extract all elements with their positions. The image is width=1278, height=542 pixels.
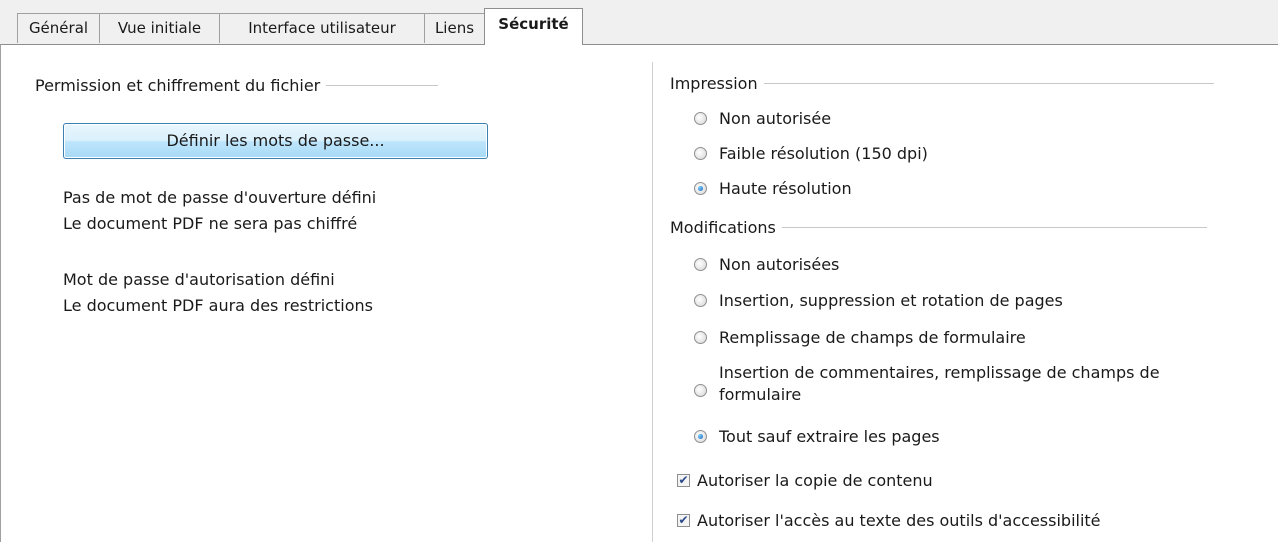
heading-rule xyxy=(781,227,1207,228)
option-label: Autoriser l'accès au texte des outils d'… xyxy=(697,511,1101,530)
print-not-permitted-option[interactable]: Non autorisée xyxy=(694,109,831,128)
heading-rule xyxy=(326,85,439,86)
checkbox-checked[interactable] xyxy=(677,474,690,487)
security-panel xyxy=(0,44,1278,542)
checkbox-checked[interactable] xyxy=(677,514,690,527)
radio-button[interactable] xyxy=(694,147,707,160)
option-label: Remplissage de champs de formulaire xyxy=(719,328,1026,347)
tab-user-interface[interactable]: Interface utilisateur xyxy=(219,13,425,43)
tab-bar: Général Vue initiale Interface utilisate… xyxy=(0,0,1278,45)
encryption-status: Le document PDF ne sera pas chiffré xyxy=(63,214,358,233)
radio-button-selected[interactable] xyxy=(694,430,707,443)
allow-content-copy-option[interactable]: Autoriser la copie de contenu xyxy=(677,471,933,490)
column-separator xyxy=(652,62,653,542)
option-label: Autoriser la copie de contenu xyxy=(697,471,933,490)
radio-button[interactable] xyxy=(694,331,707,344)
open-password-status: Pas de mot de passe d'ouverture défini xyxy=(63,188,377,207)
changes-not-permitted-option[interactable]: Non autorisées xyxy=(694,255,839,274)
option-label: Non autorisées xyxy=(719,255,840,274)
option-label: Non autorisée xyxy=(719,109,832,128)
fill-form-fields-option[interactable]: Remplissage de champs de formulaire xyxy=(694,328,1026,347)
section-title: Permission et chiffrement du fichier xyxy=(35,76,321,95)
comment-fill-forms-option[interactable]: Insertion de commentaires, remplissage d… xyxy=(694,362,1239,406)
printing-title: Impression xyxy=(670,74,758,93)
option-label: Insertion, suppression et rotation de pa… xyxy=(719,291,1063,310)
tab-links[interactable]: Liens xyxy=(424,13,485,43)
set-passwords-button[interactable]: Définir les mots de passe... xyxy=(63,123,488,159)
insert-delete-rotate-option[interactable]: Insertion, suppression et rotation de pa… xyxy=(694,291,1063,310)
option-label: Insertion de commentaires, remplissage d… xyxy=(719,363,1160,404)
tab-initial-view[interactable]: Vue initiale xyxy=(99,13,220,43)
permission-password-status: Mot de passe d'autorisation défini xyxy=(63,270,335,289)
radio-button[interactable] xyxy=(694,112,707,125)
heading-rule xyxy=(763,83,1214,84)
changes-heading: Modifications xyxy=(670,218,1207,237)
allow-accessibility-access-option[interactable]: Autoriser l'accès au texte des outils d'… xyxy=(677,511,1101,530)
printing-heading: Impression xyxy=(670,74,1214,93)
tab-general[interactable]: Général xyxy=(17,13,100,43)
radio-button[interactable] xyxy=(694,383,707,397)
option-label: Faible résolution (150 dpi) xyxy=(719,144,928,163)
restriction-status: Le document PDF aura des restrictions xyxy=(63,296,373,315)
file-encryption-heading: Permission et chiffrement du fichier xyxy=(35,76,439,95)
option-label: Tout sauf extraire les pages xyxy=(719,427,940,446)
print-low-resolution-option[interactable]: Faible résolution (150 dpi) xyxy=(694,144,928,163)
radio-button[interactable] xyxy=(694,258,707,271)
option-label: Haute résolution xyxy=(719,179,852,198)
radio-button-selected[interactable] xyxy=(694,182,707,195)
changes-title: Modifications xyxy=(670,218,776,237)
all-but-extract-pages-option[interactable]: Tout sauf extraire les pages xyxy=(694,427,940,446)
print-high-resolution-option[interactable]: Haute résolution xyxy=(694,179,852,198)
radio-button[interactable] xyxy=(694,294,707,307)
tab-security[interactable]: Sécurité xyxy=(484,8,583,45)
